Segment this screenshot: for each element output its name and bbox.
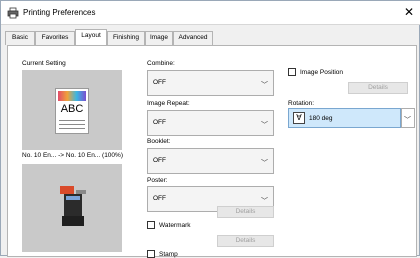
color-bar-graphic <box>58 91 86 101</box>
watermark-details-button[interactable]: Details <box>217 235 274 247</box>
tab-layout[interactable]: Layout <box>75 29 107 45</box>
poster-value: OFF <box>153 195 166 202</box>
text-line <box>59 120 85 121</box>
combine-select[interactable]: OFF ﹀ <box>147 70 274 96</box>
tab-favorites[interactable]: Favorites <box>35 31 75 45</box>
watermark-label: Watermark <box>159 222 191 229</box>
tab-basic[interactable]: Basic <box>5 31 35 45</box>
rotation-icon: ∀ <box>293 112 305 124</box>
title-bar: Printing Preferences ✕ <box>1 1 420 25</box>
stamp-label: Stamp <box>159 251 178 258</box>
rotation-dropdown-button[interactable]: ﹀ <box>401 108 415 128</box>
printing-preferences-window: Printing Preferences ✕ Basic Favorites L… <box>0 0 420 258</box>
image-position-checkbox[interactable] <box>288 68 296 76</box>
current-setting-label: Current Setting <box>22 60 66 67</box>
booklet-value: OFF <box>153 157 166 164</box>
printer-icon <box>60 186 86 226</box>
text-line <box>59 124 85 125</box>
text-line <box>59 128 85 129</box>
image-repeat-select[interactable]: OFF ﹀ <box>147 110 274 136</box>
image-position-label: Image Position <box>300 69 343 76</box>
tab-finishing[interactable]: Finishing <box>107 31 145 45</box>
tab-advanced[interactable]: Advanced <box>173 31 213 45</box>
booklet-label: Booklet: <box>147 138 171 145</box>
combine-label: Combine: <box>147 60 175 67</box>
paper-info: No. 10 En... -> No. 10 En... (100%) <box>22 152 123 159</box>
booklet-select[interactable]: OFF ﹀ <box>147 148 274 174</box>
chevron-down-icon: ﹀ <box>261 198 268 205</box>
rotation-label: Rotation: <box>288 100 315 107</box>
tab-image[interactable]: Image <box>145 31 173 45</box>
layout-preview: ABC <box>22 70 122 150</box>
rotation-select[interactable]: ∀ 180 deg <box>288 108 401 128</box>
document-preview: ABC <box>55 88 89 134</box>
document-text: ABC <box>60 103 84 115</box>
image-repeat-label: Image Repeat: <box>147 100 190 107</box>
chevron-down-icon: ﹀ <box>261 160 268 167</box>
close-icon: ✕ <box>403 5 415 19</box>
image-repeat-value: OFF <box>153 119 166 126</box>
poster-label: Poster: <box>147 177 168 184</box>
combine-value: OFF <box>153 79 166 86</box>
image-position-details-button[interactable]: Details <box>348 82 408 94</box>
close-button[interactable]: ✕ <box>401 4 417 20</box>
rotation-value: 180 deg <box>309 115 333 122</box>
window-title: Printing Preferences <box>23 8 96 17</box>
printer-preview <box>22 164 122 252</box>
layout-panel: Current Setting ABC No. 10 En... -> No. … <box>7 45 417 258</box>
chevron-down-icon: ﹀ <box>261 82 268 89</box>
stamp-checkbox[interactable] <box>147 250 155 258</box>
chevron-down-icon: ﹀ <box>404 117 411 124</box>
chevron-down-icon: ﹀ <box>261 122 268 129</box>
printer-icon <box>7 7 19 19</box>
watermark-checkbox[interactable] <box>147 221 155 229</box>
poster-details-button[interactable]: Details <box>217 206 274 218</box>
